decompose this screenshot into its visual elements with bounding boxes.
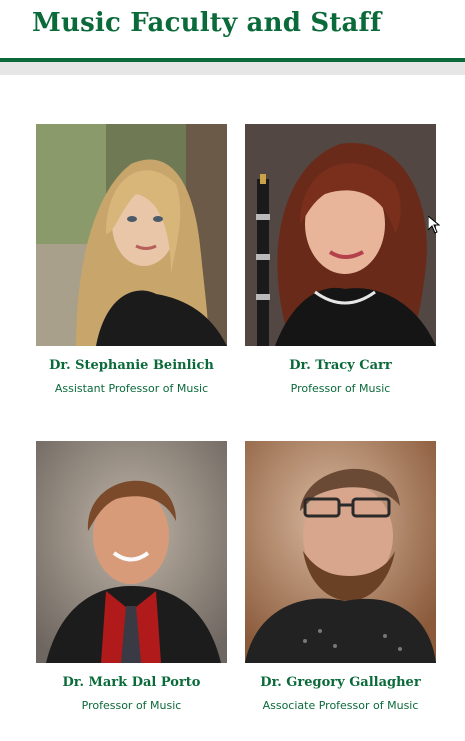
faculty-photo[interactable]	[36, 124, 227, 346]
faculty-title: Professor of Music	[81, 699, 182, 712]
faculty-photo[interactable]	[245, 441, 436, 663]
page-header: Music Faculty and Staff	[0, 0, 465, 62]
mouse-cursor-icon	[427, 214, 441, 238]
faculty-card[interactable]: Dr. Tracy Carr Professor of Music	[245, 124, 436, 395]
faculty-photo[interactable]	[245, 124, 436, 346]
faculty-name[interactable]: Dr. Stephanie Beinlich	[36, 358, 227, 373]
page-title: Music Faculty and Staff	[32, 8, 382, 38]
faculty-name[interactable]: Dr. Gregory Gallagher	[245, 675, 436, 690]
faculty-title: Associate Professor of Music	[262, 699, 419, 712]
faculty-photo[interactable]	[36, 441, 227, 663]
faculty-name[interactable]: Dr. Mark Dal Porto	[36, 675, 227, 690]
header-divider-band	[0, 62, 465, 75]
faculty-card[interactable]: Dr. Gregory Gallagher Associate Professo…	[245, 441, 436, 712]
faculty-card[interactable]: Dr. Mark Dal Porto Professor of Music	[36, 441, 227, 712]
faculty-card[interactable]: Dr. Stephanie Beinlich Assistant Profess…	[36, 124, 227, 395]
faculty-title: Professor of Music	[290, 382, 391, 395]
faculty-name[interactable]: Dr. Tracy Carr	[245, 358, 436, 373]
faculty-title: Assistant Professor of Music	[54, 382, 209, 395]
